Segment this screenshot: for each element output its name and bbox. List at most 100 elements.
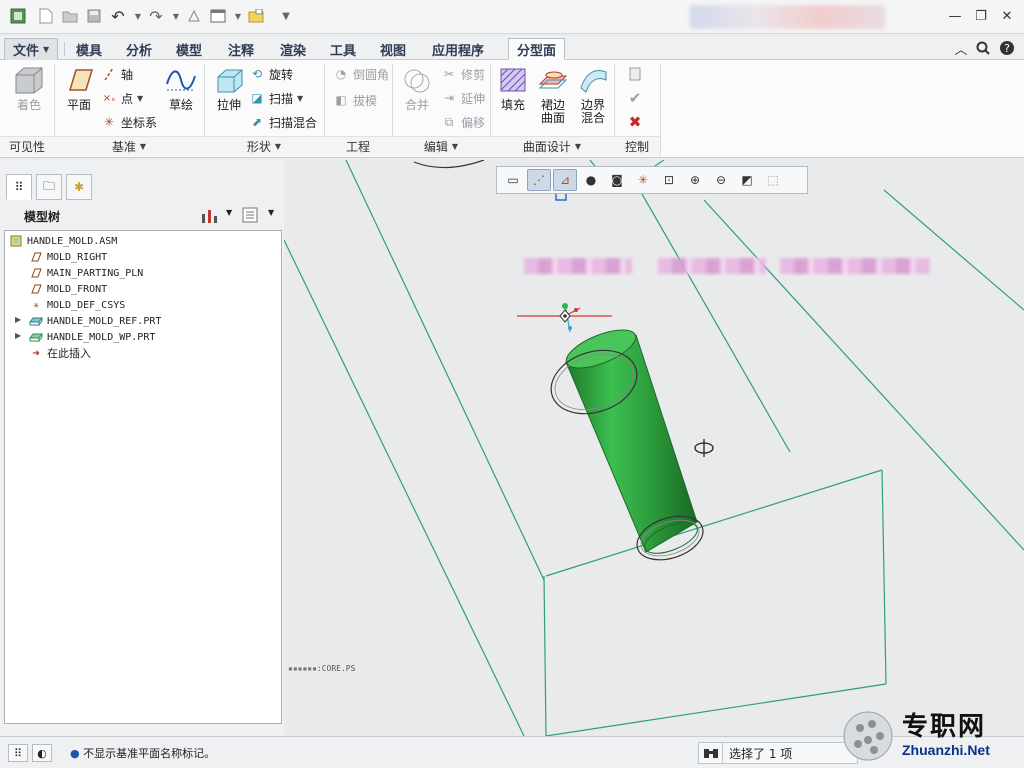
offset-button[interactable]: ⧉ 偏移 [440, 112, 485, 132]
tab-model[interactable]: 模型 [168, 38, 210, 60]
swept-blend-button[interactable]: ⬈ 扫描混合 [248, 112, 317, 132]
browser-toggle-icon[interactable]: ◐ [32, 744, 52, 762]
ribbon: 着色 可见性 平面 轴 ×ₓ 点▼ ✳ 坐标系 草绘 基准▼ 拉伸 ⟲ 旋转 [0, 60, 1024, 158]
expand-wp-prt-icon[interactable]: ▶ [15, 331, 21, 340]
redo-dropdown-icon[interactable]: ▼ [166, 6, 186, 26]
expand-ref-prt-icon[interactable]: ▶ [15, 315, 21, 324]
model-tree-header: 模型树 ▼ ▼ [4, 202, 280, 230]
tab-folder-browser[interactable]: 🗀 [36, 174, 62, 200]
tab-mold[interactable]: 模具 [68, 38, 110, 60]
tree-item-main-parting-pln[interactable]: MAIN_PARTING_PLN [29, 265, 143, 281]
tab-analysis[interactable]: 分析 [118, 38, 160, 60]
plane-button[interactable]: 平面 [56, 64, 102, 130]
csys-label: 坐标系 [121, 115, 158, 130]
csys-display-icon[interactable]: ✳ [631, 169, 655, 191]
tree-item-asm[interactable]: HANDLE_MOLD.ASM [9, 233, 117, 249]
windows-icon[interactable] [208, 6, 228, 26]
sketch-button[interactable]: 草绘 [158, 64, 204, 130]
skirt-surface-label: 裙边 曲面 [540, 98, 565, 125]
tree-item-mold-right[interactable]: MOLD_RIGHT [29, 249, 107, 265]
search-icon[interactable] [972, 38, 994, 58]
open-icon[interactable] [60, 6, 80, 26]
graphics-viewport[interactable]: ▭ ⋰ ⊿ ● ◙ ✳ ⊡ ⊕ ⊖ ◩ ⬚ ▪▪▪▪▪▪:CORE.PS [284, 160, 1024, 736]
properties-button[interactable] [626, 64, 647, 84]
boundary-blend-button[interactable]: 边界 混合 [570, 64, 616, 130]
tree-item-mold-def-csys[interactable]: ✳ MOLD_DEF_CSYS [29, 297, 125, 313]
datum-planes-display-icon[interactable]: ⊿ [553, 169, 577, 191]
extend-button[interactable]: ⇥ 延伸 [440, 88, 485, 108]
shade-icon [12, 64, 46, 96]
windows-dropdown-icon[interactable]: ▼ [228, 6, 248, 26]
surface-design-group-label[interactable]: 曲面设计 ▼ [490, 136, 614, 156]
tab-annotate[interactable]: 注释 [220, 38, 262, 60]
tab-parting-surface[interactable]: 分型面 [508, 38, 566, 60]
folder-icon: 🗀 [42, 178, 55, 193]
tab-render[interactable]: 渲染 [272, 38, 314, 60]
help-icon[interactable]: ? [996, 38, 1018, 58]
tree-item-handle-mold-wp[interactable]: HANDLE_MOLD_WP.PRT [29, 329, 155, 345]
annotation-display-icon[interactable]: ⬚ [761, 169, 785, 191]
tab-tools[interactable]: 工具 [322, 38, 364, 60]
undo-dropdown-icon[interactable]: ▼ [128, 6, 148, 26]
ok-button[interactable]: ✔ [626, 88, 647, 108]
datum-group-label[interactable]: 基准 ▼ [54, 136, 204, 156]
sweep-button[interactable]: ◪ 扫描 ▼ [248, 88, 303, 108]
refit-icon[interactable]: ⊡ [657, 169, 681, 191]
csys-icon: ✳ [32, 299, 40, 311]
draft-button[interactable]: ◧ 拔模 [332, 90, 377, 110]
camera-icon[interactable]: ◙ [605, 169, 629, 191]
tab-view[interactable]: 视图 [372, 38, 414, 60]
navigator-toggle-icon[interactable]: ⠿ [8, 744, 28, 762]
cancel-button[interactable]: ✖ [626, 112, 647, 132]
tree-item-insert-here[interactable]: ➜ 在此插入 [29, 345, 91, 361]
tree-show-dropdown-icon[interactable]: ▼ [268, 208, 274, 217]
axis-icon [100, 66, 118, 82]
close-window-icon[interactable] [246, 6, 266, 26]
round-button[interactable]: ◔ 倒圆角 [332, 64, 389, 84]
save-icon[interactable] [84, 6, 104, 26]
tree-item-label: 在此插入 [47, 347, 91, 360]
assembly-icon [9, 235, 23, 247]
revolve-button[interactable]: ⟲ 旋转 [248, 64, 293, 84]
csys-button[interactable]: ✳ 坐标系 [100, 112, 157, 132]
revolve-icon: ⟲ [251, 67, 263, 81]
axis-button[interactable]: 轴 [100, 64, 133, 84]
close-icon[interactable]: ✕ [996, 6, 1018, 26]
selection-status[interactable]: 选择了 1 项 [698, 742, 858, 764]
extrude-button[interactable]: 拉伸 [206, 64, 252, 130]
minimize-icon[interactable]: — [944, 6, 966, 26]
merge-button[interactable]: 合并 [394, 64, 440, 130]
collapse-ribbon-icon[interactable]: ︿ [950, 38, 972, 58]
datum-axes-display-icon[interactable]: ⋰ [527, 169, 551, 191]
zoom-in-icon[interactable]: ⊕ [683, 169, 707, 191]
trim-button[interactable]: ✂ 修剪 [440, 64, 485, 84]
redo-icon[interactable]: ↷ [146, 6, 166, 26]
selection-count: 选择了 1 项 [729, 746, 793, 761]
new-icon[interactable] [36, 6, 56, 26]
tab-applications[interactable]: 应用程序 [424, 38, 492, 60]
tree-item-handle-mold-ref[interactable]: HANDLE_MOLD_REF.PRT [29, 313, 161, 329]
app-icon[interactable] [8, 6, 28, 26]
tree-show-icon[interactable] [242, 207, 258, 226]
tab-favorites[interactable]: ✱ [66, 174, 92, 200]
repaint-icon[interactable]: ◩ [735, 169, 759, 191]
restore-icon[interactable]: ❐ [970, 6, 992, 26]
shapes-group-text: 形状 [246, 140, 271, 154]
tree-item-label: MOLD_DEF_CSYS [47, 299, 126, 311]
customize-icon[interactable]: ▼ [276, 6, 296, 26]
editing-group-label[interactable]: 编辑 ▼ [392, 136, 490, 156]
blurred-annotation-3 [780, 258, 930, 274]
tab-file[interactable]: 文件 ▼ [4, 38, 59, 60]
display-style-icon[interactable]: ● [579, 169, 603, 191]
tab-model-tree[interactable]: ⠿ [6, 174, 32, 200]
shapes-group-label[interactable]: 形状 ▼ [204, 136, 324, 156]
undo-icon[interactable]: ↶ [108, 6, 128, 26]
tree-settings-dropdown-icon[interactable]: ▼ [226, 208, 232, 217]
shade-button[interactable]: 着色 [6, 64, 52, 130]
regenerate-icon[interactable] [184, 6, 204, 26]
tree-settings-icon[interactable] [200, 208, 218, 227]
saved-views-icon[interactable]: ▭ [501, 169, 525, 191]
tree-item-mold-front[interactable]: MOLD_FRONT [29, 281, 107, 297]
zoom-out-icon[interactable]: ⊖ [709, 169, 733, 191]
point-button[interactable]: ×ₓ 点 ▼ [100, 88, 144, 108]
